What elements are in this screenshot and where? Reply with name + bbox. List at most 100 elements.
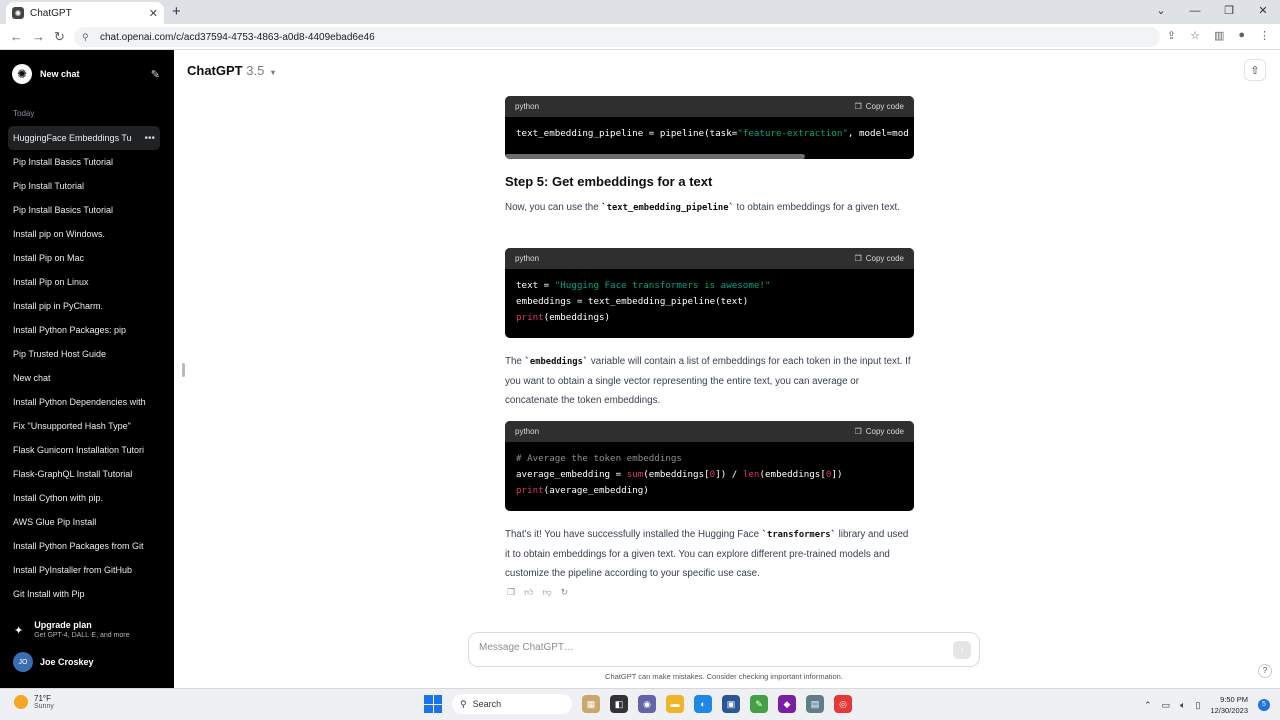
taskbar-search[interactable]: ⚲ Search: [452, 694, 572, 714]
code-scrollbar[interactable]: [505, 154, 805, 159]
menu-kebab-icon[interactable]: ⋮: [1259, 29, 1270, 42]
sidebar-item[interactable]: Flask-GraphQL Install Tutorial: [8, 462, 160, 486]
sidebar-item[interactable]: Pip Trusted Host Guide: [8, 342, 160, 366]
new-chat-button[interactable]: ✺ New chat ✎: [8, 62, 160, 86]
battery-icon[interactable]: ▯: [1196, 700, 1201, 711]
side-panel-icon[interactable]: ▥: [1214, 29, 1224, 42]
site-info-icon[interactable]: ⚲: [82, 32, 92, 42]
share-icon: ⇧: [1250, 64, 1260, 77]
sidebar-item-label: Fix "Unsupported Hash Type": [13, 421, 131, 431]
copy-message-icon[interactable]: ❐: [507, 587, 515, 598]
sidebar-item-label: Install Pip on Mac: [13, 253, 85, 263]
url-field[interactable]: ⚲ chat.openai.com/c/acd37594-4753-4863-a…: [74, 27, 1160, 47]
sidebar-item-label: Install pip on Windows.: [13, 229, 106, 239]
sidebar-item[interactable]: HuggingFace Embeddings Tu •••: [8, 126, 160, 150]
weather-widget[interactable]: 71°F Sunny: [14, 694, 54, 710]
task-view-icon[interactable]: ◧: [610, 695, 628, 713]
message-input[interactable]: [479, 642, 939, 653]
regenerate-icon[interactable]: ↻: [561, 587, 569, 598]
restore-icon[interactable]: ❐: [1212, 0, 1246, 24]
code-block-3: python ❐ Copy code # Average the token e…: [505, 421, 914, 511]
sidebar-item[interactable]: Pip Install Basics Tutorial: [8, 150, 160, 174]
sidebar-item[interactable]: Pip Install Basics Tutorial: [8, 198, 160, 222]
store-icon[interactable]: ▣: [722, 695, 740, 713]
code-language: python: [515, 102, 540, 111]
sidebar-item[interactable]: Install Pip on Mac: [8, 246, 160, 270]
sidebar-item[interactable]: Pip Install Tutorial: [8, 174, 160, 198]
browser-tab-bar: ✺ ChatGPT ✕ + ⌄ — ❐ ✕: [0, 0, 1280, 24]
teams-chat-icon[interactable]: ◉: [638, 695, 656, 713]
sidebar-item[interactable]: Install Cython with pip.: [8, 486, 160, 510]
sidebar-item-label: Install PyInstaller from GitHub: [13, 565, 133, 575]
sidebar-item-label: Pip Install Basics Tutorial: [13, 157, 114, 167]
back-icon[interactable]: ←: [10, 29, 23, 44]
forward-icon[interactable]: →: [32, 29, 45, 44]
step-heading: Step 5: Get embeddings for a text: [505, 174, 713, 189]
close-window-icon[interactable]: ✕: [1246, 0, 1280, 24]
chevron-down-icon: ▾: [270, 68, 275, 77]
copy-code-button[interactable]: ❐ Copy code: [855, 102, 904, 111]
copy-code-button[interactable]: ❐ Copy code: [855, 427, 904, 436]
network-icon[interactable]: ▭: [1162, 700, 1171, 711]
user-menu[interactable]: JO Joe Croskey: [13, 652, 94, 672]
photos-icon[interactable]: ▤: [806, 695, 824, 713]
help-button[interactable]: ?: [1258, 664, 1272, 678]
send-button[interactable]: ↑: [953, 641, 971, 659]
volume-icon[interactable]: 🔈︎: [1180, 700, 1185, 711]
taskbar-apps: ⚲ Search ▦ ◧ ◉ ▬ ◐ ▣ ✎ ◆ ▤ ◎: [424, 694, 852, 714]
code-block-1: python ❐ Copy code text_embedding_pipeli…: [505, 96, 914, 159]
main-panel: ChatGPT 3.5 ▾ ⇧ python ❐ Copy code text_…: [174, 50, 1280, 688]
more-options-icon[interactable]: •••: [144, 133, 155, 144]
thumbs-up-icon[interactable]: 👍︎: [524, 587, 533, 598]
new-chat-label: New chat: [40, 69, 80, 79]
sidebar-item[interactable]: Install Python Dependencies with: [8, 390, 160, 414]
address-bar-row: ← → ↻ ⚲ chat.openai.com/c/acd37594-4753-…: [0, 24, 1280, 50]
compose-icon[interactable]: ✎: [151, 68, 160, 81]
system-tray: ⌃ ▭ 🔈︎ ▯ 9:50 PM 12/30/2023 5: [1144, 694, 1270, 716]
widgets-icon[interactable]: ▦: [582, 695, 600, 713]
sidebar-item[interactable]: Install Python Packages from Git: [8, 534, 160, 558]
bookmark-star-icon[interactable]: ☆: [1190, 29, 1200, 42]
avatar: JO: [13, 652, 33, 672]
sidebar-item[interactable]: Install Pip on Linux: [8, 270, 160, 294]
share-page-icon[interactable]: ⇪: [1167, 29, 1176, 42]
upgrade-plan-button[interactable]: ✦ Upgrade plan Get GPT-4, DALL·E, and mo…: [14, 620, 130, 639]
file-explorer-icon[interactable]: ▬: [666, 695, 684, 713]
sidebar-item[interactable]: Git Install with Pip: [8, 582, 160, 606]
sidebar-item[interactable]: Install pip in PyCharm.: [8, 294, 160, 318]
inline-code: `text_embedding_pipeline`: [601, 203, 734, 213]
profile-icon[interactable]: ●: [1238, 29, 1245, 42]
sidebar-item[interactable]: New chat: [8, 366, 160, 390]
notepad-icon[interactable]: ✎: [750, 695, 768, 713]
minimize-icon[interactable]: —: [1178, 0, 1212, 24]
sidebar-item[interactable]: Install Python Packages: pip: [8, 318, 160, 342]
tab-search-icon[interactable]: ⌄: [1144, 0, 1178, 24]
thumbs-down-icon[interactable]: 👎︎: [542, 587, 551, 598]
openai-logo-icon: ✺: [12, 64, 32, 84]
history-section-label: Today: [13, 109, 35, 118]
windows-start-icon[interactable]: [424, 695, 442, 713]
model-selector[interactable]: ChatGPT 3.5 ▾: [187, 63, 275, 78]
browser-tab[interactable]: ✺ ChatGPT ✕: [6, 2, 164, 24]
disclaimer-text: ChatGPT can make mistakes. Consider chec…: [605, 672, 843, 681]
sidebar-item[interactable]: Install pip on Windows.: [8, 222, 160, 246]
copy-code-button[interactable]: ❐ Copy code: [855, 254, 904, 263]
system-clock[interactable]: 9:50 PM 12/30/2023: [1210, 694, 1248, 716]
code-language: python: [515, 427, 540, 436]
vs-code-icon[interactable]: ◆: [778, 695, 796, 713]
notification-badge[interactable]: 5: [1258, 699, 1270, 711]
sidebar-item[interactable]: AWS Glue Pip Install: [8, 510, 160, 534]
edge-browser-icon[interactable]: ◐: [694, 695, 712, 713]
reload-icon[interactable]: ↻: [54, 29, 65, 45]
share-chat-button[interactable]: ⇧: [1244, 59, 1266, 81]
chevron-up-icon[interactable]: ⌃: [1144, 700, 1152, 711]
sidebar-item[interactable]: Flask Gunicorn Installation Tutori: [8, 438, 160, 462]
close-tab-icon[interactable]: ✕: [149, 7, 158, 20]
new-tab-icon[interactable]: +: [172, 3, 181, 20]
sidebar-item[interactable]: Install PyInstaller from GitHub: [8, 558, 160, 582]
chrome-icon[interactable]: ◎: [834, 695, 852, 713]
sidebar-toggle-handle[interactable]: [182, 363, 185, 377]
sidebar-item[interactable]: Fix "Unsupported Hash Type": [8, 414, 160, 438]
sidebar-item-label: Pip Install Tutorial: [13, 181, 85, 191]
sidebar-item-label: Pip Trusted Host Guide: [13, 349, 107, 359]
